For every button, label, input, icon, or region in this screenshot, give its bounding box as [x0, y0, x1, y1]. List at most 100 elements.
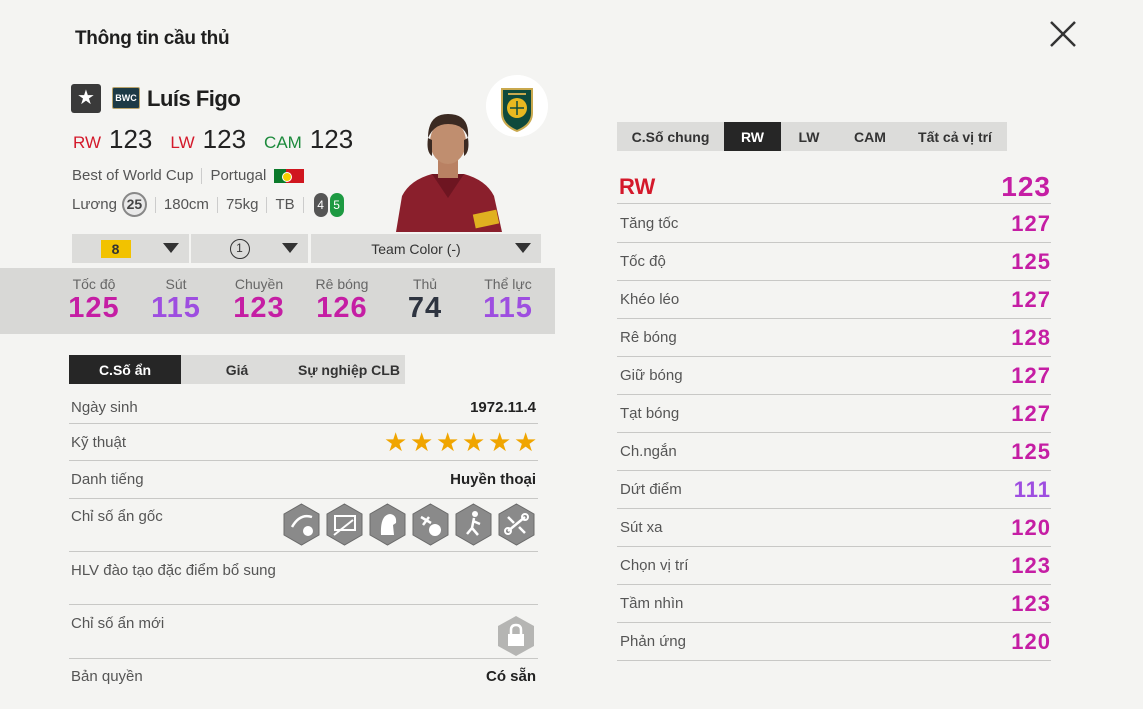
- skill-row: Kỹ thuật ★ ★ ★ ★ ★ ★: [69, 424, 538, 461]
- attribute-row: Khéo léo 127: [617, 281, 1051, 319]
- star-icon: ★: [71, 84, 101, 113]
- trait-dribbler-icon[interactable]: [411, 503, 450, 546]
- player-portrait: [396, 114, 502, 232]
- page-title: Thông tin cầu thủ: [75, 28, 230, 49]
- birthdate-row: Ngày sinh 1972.11.4: [69, 392, 538, 424]
- weight: 75kg: [225, 196, 259, 213]
- attribute-row: Chọn vị trí 123: [617, 547, 1051, 585]
- season-name: Best of World Cup: [72, 167, 194, 184]
- level-value: 1: [229, 238, 250, 259]
- info-tabs: C.Số ẩn Giá Sự nghiệp CLB: [69, 355, 405, 384]
- trait-finesse-shot-icon[interactable]: [325, 503, 364, 546]
- attribute-row: Ch.ngắn 125: [617, 433, 1051, 471]
- close-icon[interactable]: [1046, 18, 1080, 52]
- tab-price[interactable]: Giá: [181, 355, 293, 384]
- stat-physical: Thể lực 115: [483, 276, 533, 324]
- tab-hidden-stats[interactable]: C.Số ẩn: [69, 355, 181, 384]
- season-badge: BWC: [112, 87, 140, 109]
- main-stats: Tốc độ 125 Sút 115 Chuyền 123 Rê bóng 12…: [0, 268, 555, 334]
- reputation-value: Huyền thoại: [450, 471, 536, 488]
- body-type: TB: [275, 196, 295, 213]
- coach-traits-label: HLV đào tạo đặc điểm bổ sung: [71, 562, 276, 579]
- position-label: RW: [619, 174, 656, 199]
- stat-shooting: Sút 115: [151, 276, 201, 324]
- star-icon: ★: [436, 427, 460, 457]
- chevron-down-icon: [515, 243, 531, 253]
- tab-lw[interactable]: LW: [781, 122, 837, 151]
- new-traits-row: Chỉ số ẩn mới: [69, 605, 538, 659]
- tab-club-career[interactable]: Sự nghiệp CLB: [293, 355, 405, 384]
- attribute-row: Dứt điểm 111: [617, 471, 1051, 509]
- player-meta: Best of World Cup Portugal: [72, 167, 305, 184]
- license-label: Bản quyền: [71, 667, 143, 685]
- strong-foot: 5: [329, 192, 344, 217]
- attribute-row: Tầm nhìn 123: [617, 585, 1051, 623]
- team-color-selector[interactable]: Team Color (-): [311, 234, 541, 263]
- divider: [266, 196, 268, 213]
- player-name: Luís Figo: [147, 86, 241, 111]
- license-value: Có sẵn: [485, 667, 536, 685]
- salary-label: Lương: [72, 196, 117, 213]
- position-overall: 123: [1001, 171, 1051, 202]
- tab-all-positions[interactable]: Tất cả vị trí: [903, 122, 1007, 151]
- star-icon: ★: [462, 427, 486, 457]
- weak-foot: 4: [313, 192, 328, 217]
- position-tabs: C.Số chung RW LW CAM Tất cả vị trí: [617, 122, 1007, 151]
- divider: [216, 196, 218, 213]
- chevron-down-icon: [282, 243, 298, 253]
- position-ratings: RW 123 LW 123 CAM 123: [73, 124, 363, 155]
- divider: [302, 196, 304, 213]
- position-label: CAM: [264, 133, 302, 152]
- star-icon: ★: [410, 427, 434, 457]
- trait-speed-icon[interactable]: [454, 503, 493, 546]
- attribute-row: Rê bóng 128: [617, 319, 1051, 357]
- portugal-flag-icon: [274, 168, 305, 183]
- height: 180cm: [163, 196, 209, 213]
- position-overall-row: RW 123: [617, 171, 1051, 204]
- trait-flair-icon[interactable]: [282, 503, 321, 546]
- reputation-row: Danh tiếng Huyền thoại: [69, 461, 538, 499]
- tab-rw[interactable]: RW: [724, 122, 781, 151]
- tab-general-stats[interactable]: C.Số chung: [617, 122, 724, 151]
- new-traits-label: Chỉ số ẩn mới: [71, 615, 165, 632]
- reputation-label: Danh tiếng: [71, 471, 144, 488]
- star-icon: ★: [488, 427, 512, 457]
- level-selector[interactable]: 1: [191, 234, 308, 263]
- divider: [201, 167, 203, 184]
- divider: [154, 196, 156, 213]
- lock-icon[interactable]: [496, 615, 536, 657]
- position-ovr: 123: [202, 124, 247, 154]
- traits-label: Chỉ số ẩn gốc: [71, 508, 163, 525]
- stat-dribbling: Rê bóng 126: [315, 276, 369, 324]
- trait-playmaker-icon[interactable]: [368, 503, 407, 546]
- attribute-row: Phản ứng 120: [617, 623, 1051, 661]
- position-ovr: 123: [109, 124, 153, 154]
- stat-passing: Chuyền 123: [233, 276, 285, 324]
- attribute-row: Giữ bóng 127: [617, 357, 1051, 395]
- license-row: Bản quyền Có sẵn: [69, 659, 538, 693]
- salary-badge: 25: [121, 192, 147, 217]
- attribute-row: Tăng tốc 127: [617, 205, 1051, 243]
- trait-team-player-icon[interactable]: [497, 503, 536, 546]
- trait-icons: [282, 503, 536, 551]
- position-label: RW: [73, 133, 102, 152]
- star-icon: ★: [384, 427, 408, 457]
- traits-row: Chỉ số ẩn gốc: [69, 499, 538, 552]
- tab-cam[interactable]: CAM: [837, 122, 903, 151]
- stat-defending: Thủ 74: [407, 276, 443, 324]
- upgrade-selector[interactable]: 8: [72, 234, 189, 263]
- coach-traits-row: HLV đào tạo đặc điểm bổ sung: [69, 552, 538, 605]
- attribute-row: Tốc độ 125: [617, 243, 1051, 281]
- birthdate-label: Ngày sinh: [71, 399, 138, 416]
- position-label: LW: [170, 133, 195, 152]
- stat-pace: Tốc độ 125: [68, 276, 120, 324]
- skill-label: Kỹ thuật: [71, 433, 127, 451]
- star-icon: ★: [514, 427, 538, 457]
- attribute-row: Tạt bóng 127: [617, 395, 1051, 433]
- player-physical: Lương 25 180cm 75kg TB 4 5: [72, 192, 344, 217]
- attribute-row: Sút xa 120: [617, 509, 1051, 547]
- skill-stars: ★ ★ ★ ★ ★ ★: [384, 427, 538, 457]
- upgrade-grade: 8: [100, 239, 131, 258]
- chevron-down-icon: [163, 243, 179, 253]
- nation-name: Portugal: [210, 167, 267, 184]
